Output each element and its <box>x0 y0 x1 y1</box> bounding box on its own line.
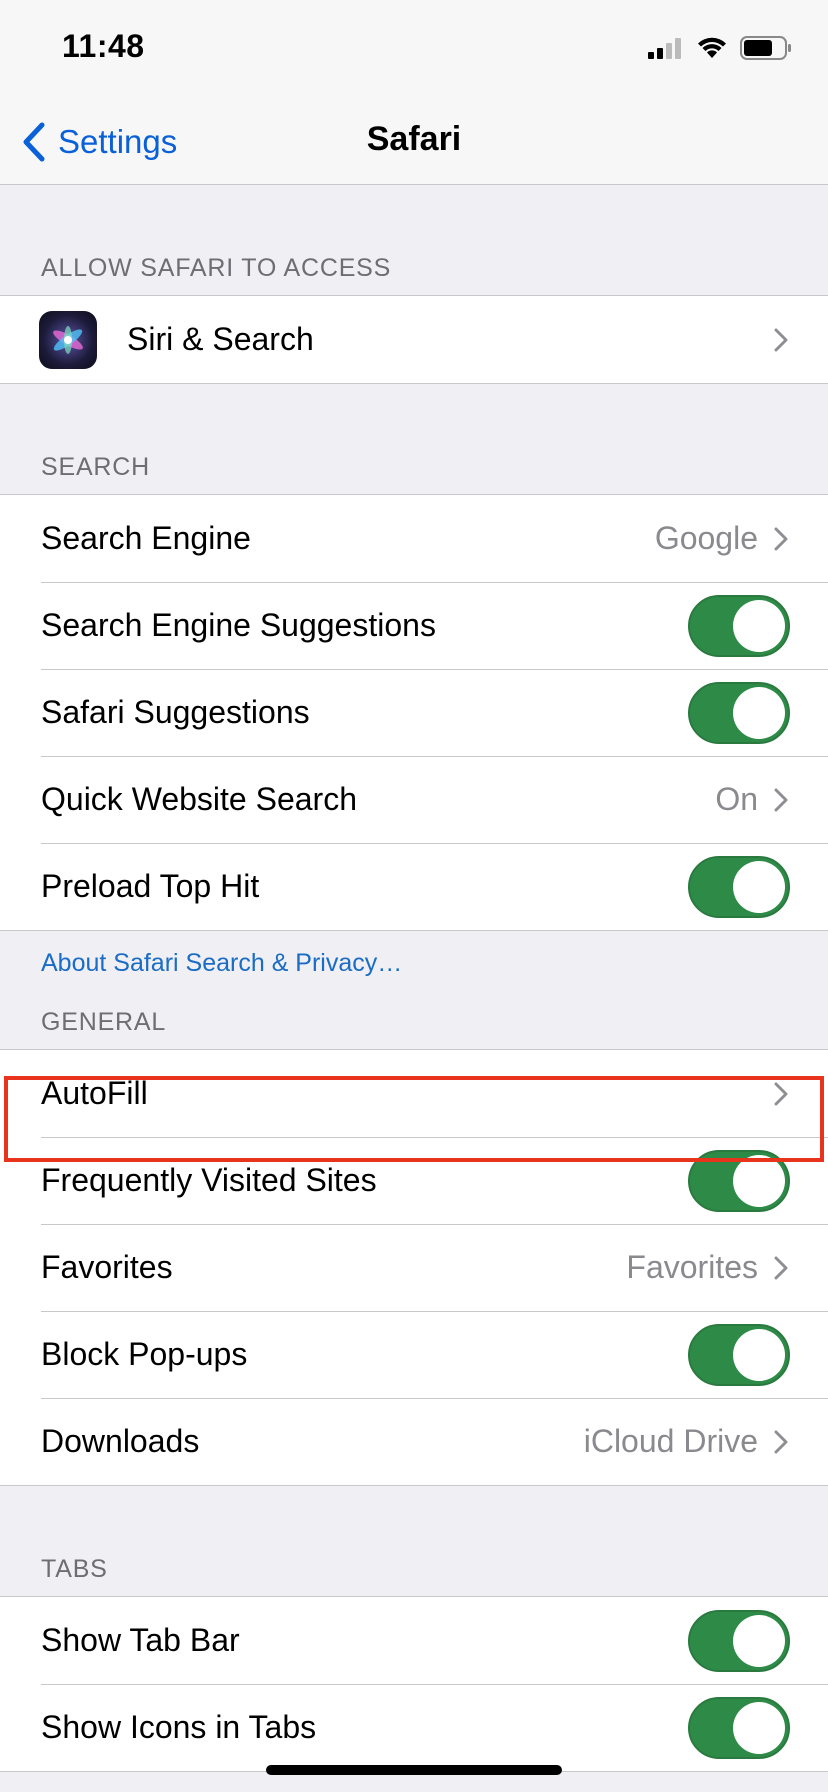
toggle-knob <box>733 599 785 652</box>
siri-icon <box>39 310 97 369</box>
status-time: 11:48 <box>62 28 145 64</box>
page-title: Safari <box>366 120 462 158</box>
group-allow-access: Siri & Search <box>0 295 828 384</box>
row-preload-top-hit: Preload Top Hit <box>0 843 828 930</box>
favorites-value: Favorites <box>626 1249 758 1285</box>
row-frequently-visited-sites: Frequently Visited Sites <box>0 1137 828 1224</box>
chevron-right-icon <box>774 527 788 550</box>
search-engine-suggestions-label: Search Engine Suggestions <box>41 607 436 643</box>
row-quick-website-search[interactable]: Quick Website Search On <box>0 756 828 843</box>
wifi-icon <box>698 37 726 58</box>
cellular-signal-icon <box>648 38 681 59</box>
favorites-label: Favorites <box>41 1249 173 1285</box>
frequently-visited-sites-label: Frequently Visited Sites <box>41 1162 377 1198</box>
chevron-right-icon <box>774 1430 788 1453</box>
home-indicator[interactable] <box>266 1765 562 1775</box>
toggle-knob <box>733 1154 785 1207</box>
block-popups-toggle[interactable] <box>688 1323 790 1386</box>
row-show-tab-bar: Show Tab Bar <box>0 1597 828 1684</box>
safari-suggestions-toggle[interactable] <box>688 681 790 744</box>
chevron-right-icon <box>774 1256 788 1279</box>
row-search-engine-suggestions: Search Engine Suggestions <box>0 582 828 669</box>
row-show-icons-in-tabs: Show Icons in Tabs <box>0 1684 828 1771</box>
toggle-knob <box>733 686 785 739</box>
downloads-label: Downloads <box>41 1423 200 1459</box>
status-bar: 11:48 <box>0 0 828 100</box>
row-search-engine[interactable]: Search Engine Google <box>0 495 828 582</box>
row-downloads[interactable]: Downloads iCloud Drive <box>0 1398 828 1485</box>
navigation-bar: Settings Safari <box>0 100 828 185</box>
chevron-right-icon <box>774 788 788 811</box>
chevron-right-icon <box>774 328 788 351</box>
section-header-allow-access: ALLOW SAFARI TO ACCESS <box>41 254 392 282</box>
show-tab-bar-toggle[interactable] <box>688 1609 790 1672</box>
show-icons-in-tabs-label: Show Icons in Tabs <box>41 1709 317 1745</box>
quick-website-search-value: On <box>715 781 758 817</box>
siri-search-label: Siri & Search <box>127 321 314 357</box>
preload-top-hit-label: Preload Top Hit <box>41 868 260 904</box>
group-general: AutoFill Frequently Visited Sites Favori… <box>0 1049 828 1486</box>
status-icons <box>648 36 792 60</box>
autofill-label: AutoFill <box>41 1075 148 1111</box>
section-header-search: SEARCH <box>41 453 150 481</box>
group-tabs: Show Tab Bar Show Icons in Tabs <box>0 1596 828 1772</box>
block-popups-label: Block Pop-ups <box>41 1336 248 1372</box>
battery-icon <box>740 36 791 60</box>
toggle-knob <box>733 1701 785 1754</box>
row-siri-search[interactable]: Siri & Search <box>0 296 828 383</box>
preload-top-hit-toggle[interactable] <box>688 855 790 918</box>
frequently-visited-sites-toggle[interactable] <box>688 1149 790 1212</box>
chevron-right-icon <box>774 1082 788 1105</box>
show-icons-in-tabs-toggle[interactable] <box>688 1696 790 1759</box>
row-block-popups: Block Pop-ups <box>0 1311 828 1398</box>
section-header-general: GENERAL <box>41 1008 167 1036</box>
search-engine-label: Search Engine <box>41 520 251 556</box>
row-safari-suggestions: Safari Suggestions <box>0 669 828 756</box>
group-search: Search Engine Google Search Engine Sugge… <box>0 494 828 931</box>
search-engine-value: Google <box>654 520 758 556</box>
safari-suggestions-label: Safari Suggestions <box>41 694 310 730</box>
downloads-value: iCloud Drive <box>583 1423 758 1459</box>
search-engine-suggestions-toggle[interactable] <box>688 594 790 657</box>
section-header-tabs: TABS <box>41 1555 108 1583</box>
about-safari-search-privacy-link[interactable]: About Safari Search & Privacy… <box>0 931 828 993</box>
toggle-knob <box>733 1328 785 1381</box>
toggle-knob <box>733 1614 785 1667</box>
row-autofill[interactable]: AutoFill <box>0 1050 828 1137</box>
quick-website-search-label: Quick Website Search <box>41 781 357 817</box>
settings-list: ALLOW SAFARI TO ACCESS Siri & Search SEA… <box>0 185 828 1772</box>
toggle-knob <box>733 860 785 913</box>
show-tab-bar-label: Show Tab Bar <box>41 1622 240 1658</box>
row-favorites[interactable]: Favorites Favorites <box>0 1224 828 1311</box>
